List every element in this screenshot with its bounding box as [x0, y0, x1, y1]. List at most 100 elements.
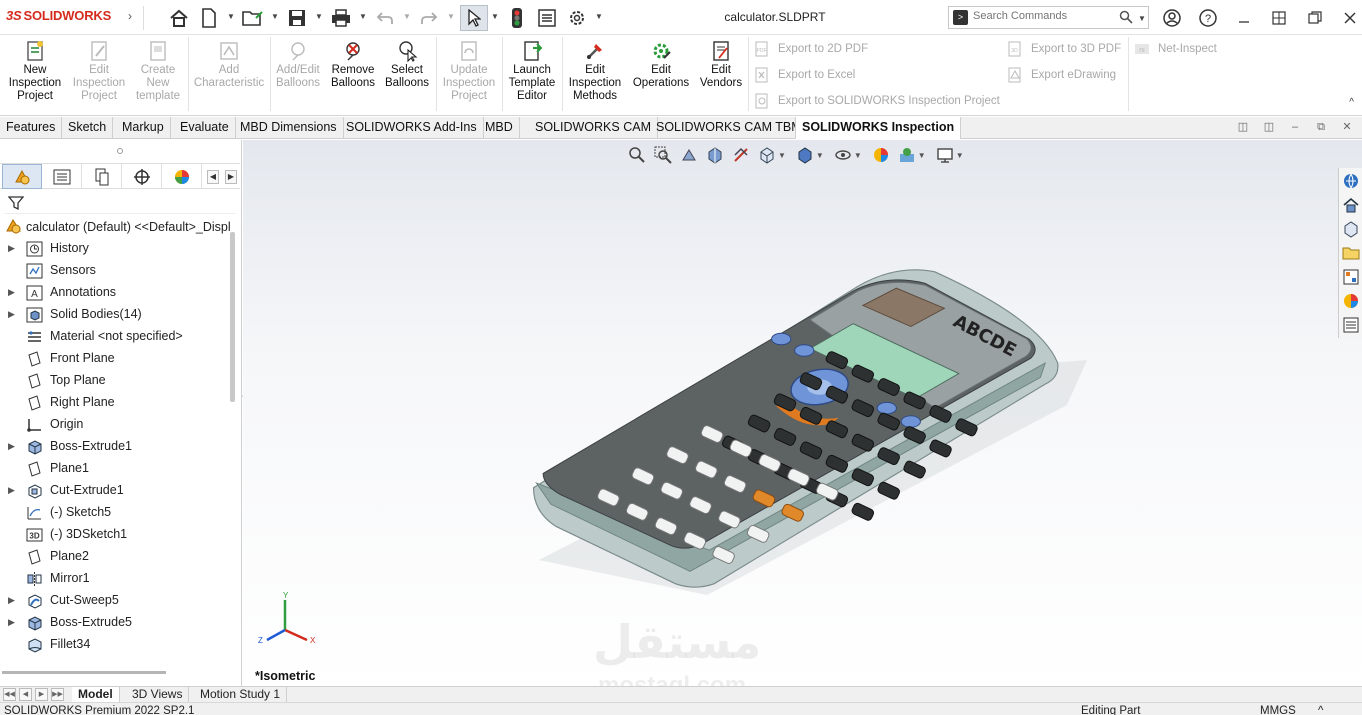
minimize-icon[interactable] [1234, 8, 1254, 28]
propertymanager-tab-icon[interactable] [42, 164, 82, 189]
export-edrawing-button[interactable]: Export eDrawing [1007, 67, 1116, 83]
open-folder-icon[interactable] [242, 7, 264, 29]
select-cursor-icon[interactable] [460, 5, 488, 31]
viewport-minimize-icon[interactable]: – [1288, 121, 1302, 135]
tree-item-right-plane[interactable]: Right Plane [0, 392, 230, 414]
tab-model[interactable]: Model [72, 687, 120, 703]
expand-arrow-icon[interactable]: ▶ [8, 243, 15, 254]
maximize-icon[interactable] [1305, 8, 1325, 28]
appearances-scenes-icon[interactable] [1340, 290, 1362, 312]
tree-item-sketch5[interactable]: (-) Sketch5 [0, 502, 230, 524]
tree-item-boss-extrude1[interactable]: ▶ Boss-Extrude1 [0, 436, 230, 458]
configurationmanager-tab-icon[interactable] [82, 164, 122, 189]
expand-arrow-icon[interactable]: ▶ [8, 287, 15, 298]
chevron-down-icon[interactable]: ▼ [595, 12, 603, 21]
net-inspect-button[interactable]: ni Net-Inspect [1134, 41, 1217, 57]
dynamic-annotation-icon[interactable] [730, 144, 752, 166]
close-icon[interactable] [1340, 8, 1360, 28]
tree-item-3dsketch1[interactable]: 3D (-) 3DSketch1 [0, 524, 230, 546]
create-new-template-button[interactable]: Create New template [130, 40, 186, 103]
redo-icon[interactable] [418, 7, 440, 29]
search-icon[interactable] [1119, 10, 1133, 27]
tab-3d-views[interactable]: 3D Views [126, 687, 190, 703]
tab-solidworks-add-ins[interactable]: SOLIDWORKS Add-Ins [340, 117, 484, 139]
tree-item-history[interactable]: ▶ History [0, 238, 230, 260]
file-properties-icon[interactable] [536, 7, 558, 29]
chevron-down-icon[interactable]: ▼ [956, 151, 964, 160]
solidworks-resources-icon[interactable] [1340, 170, 1362, 192]
tree-item-plane1[interactable]: Plane1 [0, 458, 230, 480]
next-tab-icon[interactable]: ▶ [35, 688, 48, 701]
graphics-area[interactable]: ▼ ▼ ▼ ▼ ▼ ABCDE Y X Z *Isometric مستقل m… [243, 140, 1362, 686]
custom-properties-icon[interactable] [1340, 314, 1362, 336]
select-balloons-button[interactable]: Select Balloons [381, 40, 433, 90]
solidworks-logo[interactable]: 3S SOLIDWORKS [6, 8, 111, 23]
calculator-3d-model[interactable]: ABCDE [513, 220, 1093, 600]
chevron-down-icon[interactable]: ▼ [359, 12, 367, 21]
filter-icon[interactable] [8, 195, 24, 211]
tree-item-origin[interactable]: Origin [0, 414, 230, 436]
search-commands-box[interactable]: > ▼ [948, 6, 1149, 29]
tree-root-node[interactable]: calculator (Default) <<Default>_Displ [5, 218, 231, 235]
gear-icon[interactable] [566, 7, 588, 29]
viewport-restore-icon[interactable]: ⧉ [1314, 121, 1328, 135]
new-document-icon[interactable] [198, 7, 220, 29]
search-input[interactable] [973, 10, 1113, 22]
chevron-down-icon[interactable]: ▼ [854, 151, 862, 160]
featuremanager-tab-icon[interactable] [2, 164, 42, 189]
tab-solidworks-cam[interactable]: SOLIDWORKS CAM [529, 117, 658, 139]
export-2d-pdf-button[interactable]: PDF Export to 2D PDF [754, 41, 868, 57]
dimxpertmanager-tab-icon[interactable] [122, 164, 162, 189]
tab-mbd-dimensions[interactable]: MBD Dimensions [234, 117, 344, 139]
new-inspection-project-button[interactable]: New Inspection Project [4, 40, 66, 103]
add-characteristic-button[interactable]: Add Characteristic [192, 40, 266, 90]
viewport-close-icon[interactable]: ✕ [1340, 121, 1354, 135]
help-icon[interactable]: ? [1198, 8, 1218, 28]
tab-mbd[interactable]: MBD [479, 117, 520, 139]
chevron-down-icon[interactable]: ▼ [403, 12, 411, 21]
tree-item-top-plane[interactable]: Top Plane [0, 370, 230, 392]
previous-tab-icon[interactable]: ◀ [19, 688, 32, 701]
tree-item-fillet34[interactable]: Fillet34 [0, 634, 230, 656]
export-excel-button[interactable]: Export to Excel [754, 67, 855, 83]
file-explorer-icon[interactable] [1340, 242, 1362, 264]
chevron-down-icon[interactable]: ▼ [816, 151, 824, 160]
zoom-to-fit-icon[interactable] [626, 144, 648, 166]
tree-item-boss-extrude5[interactable]: ▶ Boss-Extrude5 [0, 612, 230, 634]
edit-inspection-methods-button[interactable]: Edit Inspection Methods [564, 40, 626, 103]
chevron-down-icon[interactable]: ▼ [447, 12, 455, 21]
tree-item-front-plane[interactable]: Front Plane [0, 348, 230, 370]
save-icon[interactable] [286, 7, 308, 29]
tree-item-annotations[interactable]: ▶ A Annotations [0, 282, 230, 304]
export-solidworks-inspection-project-button[interactable]: Export to SOLIDWORKS Inspection Project [754, 93, 1000, 109]
expand-arrow-icon[interactable]: ▶ [8, 309, 15, 320]
home-icon[interactable] [1340, 194, 1362, 216]
display-style-icon[interactable] [794, 144, 816, 166]
last-tab-icon[interactable]: ▶▶ [51, 688, 64, 701]
edit-operations-button[interactable]: Edit Operations [628, 40, 694, 90]
previous-view-icon[interactable] [678, 144, 700, 166]
chevron-down-icon[interactable]: ▼ [778, 151, 786, 160]
tree-filter-bar[interactable] [4, 193, 236, 214]
view-settings-icon[interactable] [934, 144, 956, 166]
tree-item-plane2[interactable]: Plane2 [0, 546, 230, 568]
expand-arrow-icon[interactable]: ▶ [8, 595, 15, 606]
tree-item-cut-sweep5[interactable]: ▶ Cut-Sweep5 [0, 590, 230, 612]
tree-item-sensors[interactable]: Sensors [0, 260, 230, 282]
expand-arrow-icon[interactable]: ▶ [8, 485, 15, 496]
chevron-down-icon[interactable]: ▼ [271, 12, 279, 21]
hide-show-items-icon[interactable] [832, 144, 854, 166]
apply-scene-icon[interactable] [896, 144, 918, 166]
view-orientation-icon[interactable] [756, 144, 778, 166]
tab-scroll-left-icon[interactable]: ◀ [207, 170, 219, 184]
tab-evaluate[interactable]: Evaluate [174, 117, 236, 139]
first-tab-icon[interactable]: ◀◀ [3, 688, 16, 701]
chevron-down-icon[interactable]: ▼ [918, 151, 926, 160]
launch-template-editor-button[interactable]: Launch Template Editor [504, 40, 560, 103]
tree-item-solid-bodies-14[interactable]: ▶ Solid Bodies(14) [0, 304, 230, 326]
tab-sketch[interactable]: Sketch [62, 117, 114, 139]
tree-item-material-not-specified[interactable]: Material <not specified> [0, 326, 230, 348]
remove-balloons-button[interactable]: Remove Balloons [327, 40, 379, 90]
expand-arrow-icon[interactable]: ▶ [8, 617, 15, 628]
add-edit-balloons-button[interactable]: Add/Edit Balloons [272, 40, 324, 90]
